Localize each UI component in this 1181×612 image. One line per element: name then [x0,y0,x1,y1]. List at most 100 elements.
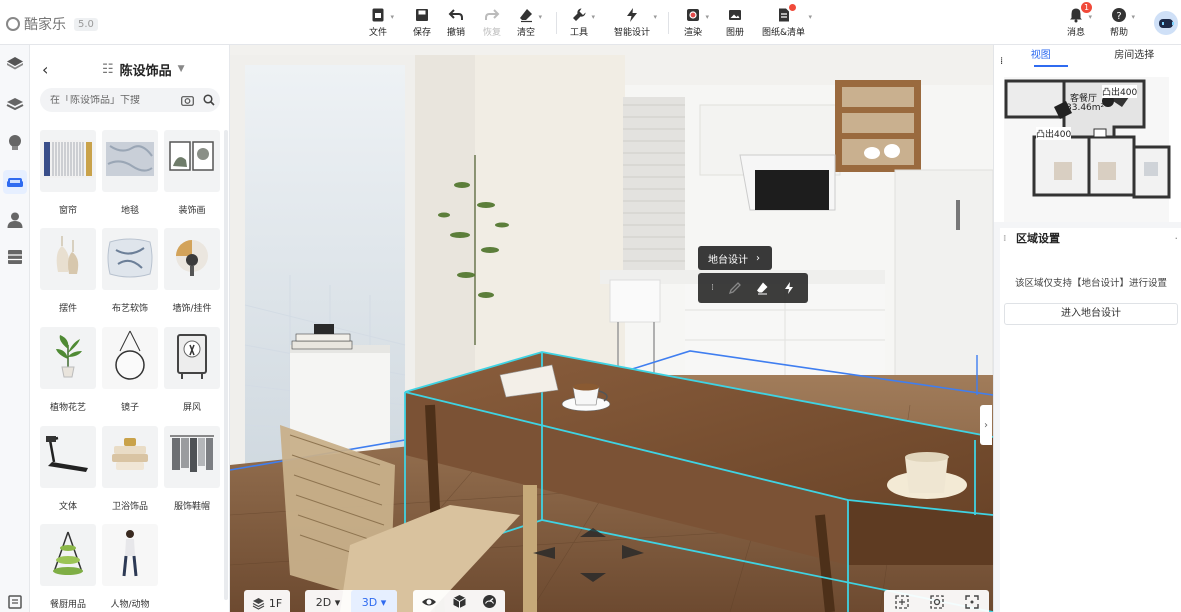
mirror-icon [102,327,158,389]
camera-tools [884,590,989,612]
fit-view-icon[interactable] [894,594,910,612]
enter-platform-design-button[interactable]: 进入地台设计 [1004,303,1178,325]
cube-icon [7,57,23,70]
floor-selector[interactable]: 1F [244,590,290,612]
list-icon: ☷ [102,61,114,77]
undo-button[interactable]: 撤销 [447,7,465,39]
redo-button[interactable]: 恢复 [483,7,501,39]
catalog-item-label: 人物/动物 [110,600,150,610]
layers-icon [6,98,24,111]
catalog-item-soft-furnishings[interactable]: 布艺软饰 [102,228,158,314]
room-render [230,45,993,612]
catalog-item-label: 镜子 [120,403,139,413]
screen-icon [164,327,220,389]
tab-room-select[interactable]: 房间选择 [1088,45,1181,67]
bay-window-label: 凸出400 [1036,127,1072,140]
rail-house-structure[interactable] [3,52,27,76]
gauge-icon[interactable] [482,594,497,612]
catalog-item-wall-decor[interactable]: 墙饰/挂件 [164,228,220,314]
top-toolbar: 酷家乐 5.0 文件 ▾ 保存 撤销 恢复 清空 ▾ 工具 ▾ 智能设计 ▾ 渲染 ▾ 图… [0,0,1181,45]
catalog-item-apparel[interactable]: 服饰鞋帽 [164,426,220,512]
mode-2d-button[interactable]: 2D ▾ [305,590,351,612]
area-settings-panel: ⁞ 区域设置 ‧ 该区域仅支持【地台设计】进行设置 进入地台设计 [1000,228,1181,612]
rail-furnishings[interactable] [3,170,27,194]
sofa-icon [7,178,23,187]
area-settings-title: 区域设置 [1016,232,1060,245]
album-button[interactable]: 图册 [726,7,744,39]
cube-view-icon[interactable] [452,594,467,612]
catalog-item-paintings[interactable]: 装饰画 [164,130,220,216]
rail-lighting[interactable] [3,131,27,155]
catalog-category-selector[interactable]: ☷ 陈设饰品 ▼ [102,60,185,79]
3d-viewport[interactable]: 地台设计 › ⁞ 1F 2D ▾ 3D ▾ › [230,45,993,612]
layers-icon [252,597,265,610]
mode-3d-button[interactable]: 3D ▾ [351,590,397,612]
rail-people[interactable] [3,208,27,232]
rail-bottom-menu[interactable] [3,590,27,612]
save-button[interactable]: 保存 [413,7,431,39]
catalog-search [40,88,220,112]
catalog-scrollbar[interactable] [224,130,228,600]
tools-button[interactable]: 工具 ▾ [570,7,595,39]
eye-icon[interactable] [421,595,437,612]
catalog-item-tableware[interactable]: 餐厨用品 [40,524,96,610]
catalog-search-input[interactable] [40,94,176,106]
catalog-item-sports[interactable]: 文体 [40,426,96,512]
smart-design-button[interactable]: 智能设计 ▾ [614,7,657,39]
undo-icon [448,9,463,20]
eraser-icon[interactable] [753,279,771,297]
tab-view[interactable]: 视图 [994,45,1088,67]
back-arrow-icon[interactable]: ‹ [42,60,66,79]
save-icon [416,9,428,21]
file-icon [372,8,384,22]
toolbar-divider [556,12,557,34]
floor-label: 1F [268,596,283,610]
pen-icon[interactable] [726,279,744,297]
render-button[interactable]: 渲染 ▾ [684,7,709,39]
area-settings-note: 该区域仅支持【地台设计】进行设置 [1014,278,1167,289]
camera-search-icon[interactable] [176,88,198,112]
fruit-stand-icon [40,524,96,586]
messages-button[interactable]: 消息 ▾ 1 [1067,2,1092,39]
search-icon[interactable] [198,88,220,112]
catalog-item-bath-accessories[interactable]: 卫浴饰品 [102,426,158,512]
catalog-item-curtains[interactable]: 窗帘 [40,130,96,216]
rail-hard-decor[interactable] [3,92,27,116]
more-icon[interactable]: ‧ [1175,228,1179,250]
clear-button[interactable]: 清空 ▾ [517,7,542,39]
logo-mark-icon [6,17,20,31]
catalog-item-people-animals[interactable]: 人物/动物 [102,524,158,610]
rail-storage[interactable] [3,245,27,269]
collapse-right-panel-button[interactable]: › [980,405,992,445]
view-tools [413,590,505,612]
redo-icon [485,9,500,20]
drawings-badge [789,4,796,11]
user-icon [7,212,23,228]
curtain-icon [40,130,96,192]
drag-handle-icon[interactable]: ⁞ [709,279,717,297]
chevron-down-icon: ▼ [177,64,185,74]
lightning-icon[interactable] [780,279,798,297]
catalog-item-label: 墙饰/挂件 [172,304,212,314]
camera-settings-icon[interactable] [929,594,945,612]
catalog-item-screens[interactable]: 屏风 [164,327,220,413]
catalog-item-mirrors[interactable]: 镜子 [102,327,158,413]
app-logo[interactable]: 酷家乐 5.0 [6,14,98,34]
help-button[interactable]: ? 帮助 ▾ [1110,7,1135,39]
floor-plan-minimap[interactable]: 客餐厅 33.46m² 凸出400 凸出400 [994,67,1181,222]
menu-icon [8,595,22,609]
app-version: 5.0 [74,17,98,31]
assistant-avatar[interactable] [1154,11,1178,35]
left-icon-rail [0,45,30,612]
catalog-item-label: 窗帘 [58,206,77,216]
catalog-item-label: 文体 [58,502,77,512]
file-button[interactable]: 文件 ▾ [369,7,394,39]
catalog-item-rugs[interactable]: 地毯 [102,130,158,216]
fullscreen-icon[interactable] [964,594,980,612]
messages-count-badge: 1 [1081,2,1092,13]
drag-handle-icon[interactable]: ⁞ [1003,235,1007,244]
drawings-list-button[interactable]: 图纸&清单 ▾ [762,4,812,39]
catalog-item-ornaments[interactable]: 摆件 [40,228,96,314]
catalog-item-plants[interactable]: 植物花艺 [40,327,96,413]
platform-design-popup[interactable]: 地台设计 › [698,246,772,270]
